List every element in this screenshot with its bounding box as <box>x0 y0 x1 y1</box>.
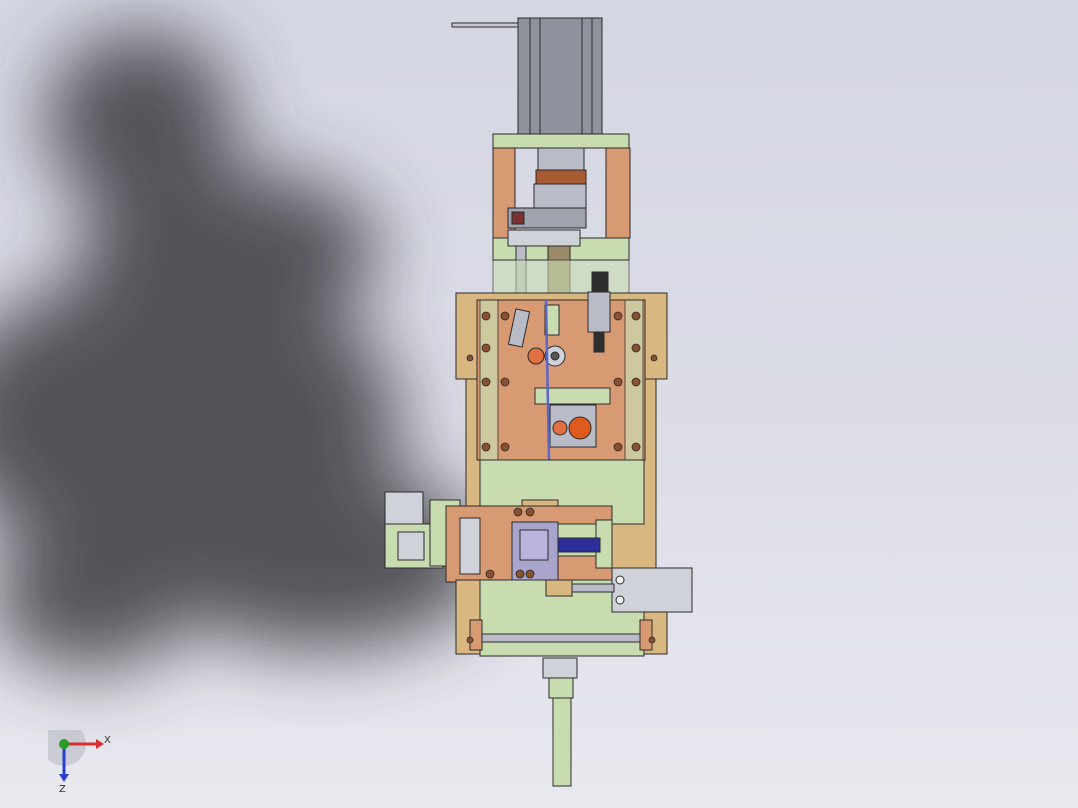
roller-orange[interactable] <box>568 416 592 440</box>
bottom-rail <box>475 633 647 643</box>
z-axis-arrowhead <box>59 774 69 782</box>
servo-motor[interactable] <box>517 17 603 137</box>
nozzle-tip[interactable] <box>552 697 572 787</box>
roller-left[interactable] <box>527 347 545 365</box>
clamp-block[interactable] <box>534 387 611 405</box>
z-axis-label: Z <box>59 784 66 794</box>
motor-flange <box>492 133 630 149</box>
brake-ring <box>535 169 587 185</box>
nozzle-body[interactable] <box>548 677 574 699</box>
machine-assembly[interactable] <box>0 0 1078 808</box>
orientation-triad[interactable]: X Z <box>48 730 128 794</box>
right-frame-plate <box>605 147 631 239</box>
small-cylinder[interactable] <box>591 271 609 295</box>
coupling[interactable] <box>537 147 585 171</box>
pneumatic-cylinder[interactable] <box>611 567 693 613</box>
x-axis-label: X <box>104 735 111 746</box>
x-axis-arrowhead <box>96 739 104 749</box>
y-axis-dot <box>59 739 69 749</box>
side-module[interactable] <box>384 491 424 525</box>
motor-cable <box>451 22 523 28</box>
cad-viewport[interactable]: X Z <box>0 0 1078 808</box>
nozzle-base <box>542 657 578 679</box>
